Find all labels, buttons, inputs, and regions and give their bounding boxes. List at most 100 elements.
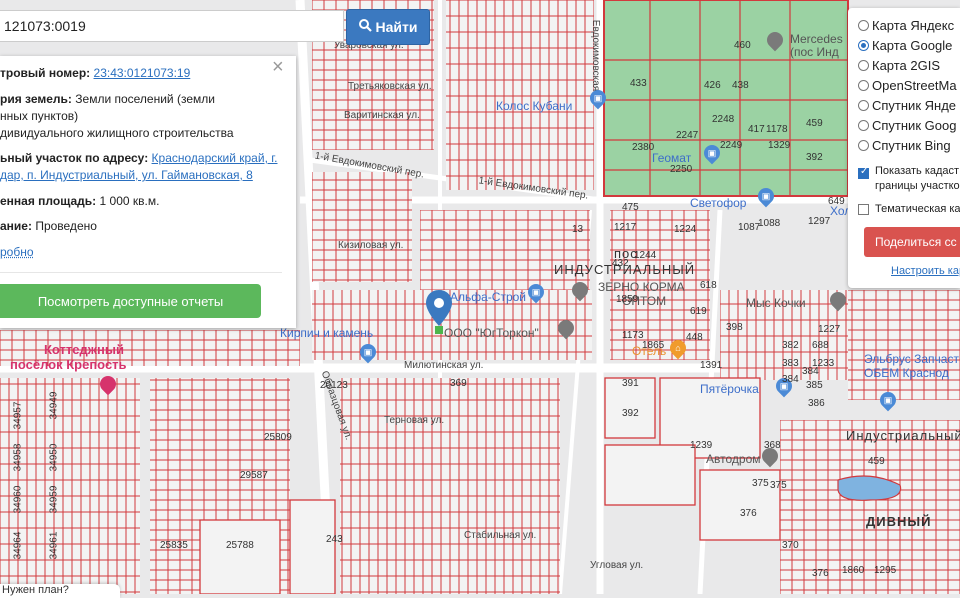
lot-number: 1087 — [738, 222, 761, 233]
lot-number: 1239 — [690, 440, 713, 451]
survey-label: ание: — [0, 219, 32, 233]
lot-number: 2247 — [676, 130, 699, 141]
lot-number: 375 — [770, 480, 787, 491]
poi-label[interactable]: Альфа-Строй — [450, 290, 526, 304]
checkbox[interactable] — [858, 203, 869, 215]
poi-label[interactable]: Кирпич и камень — [280, 326, 373, 340]
address-link[interactable]: Краснодарский край, г. — [152, 151, 278, 165]
share-button[interactable]: Поделиться сс — [864, 227, 960, 257]
layer-option-label: Спутник Янде — [872, 97, 957, 113]
poi-label[interactable]: Коттеджный — [44, 342, 124, 357]
lot-number: 417 — [748, 124, 765, 135]
radio-button[interactable] — [858, 59, 869, 71]
lot-number: 1329 — [768, 140, 791, 151]
poi-label[interactable]: Колос Кубани — [496, 99, 572, 113]
lot-number: 392 — [622, 408, 639, 419]
details-link[interactable]: робно — [0, 245, 34, 259]
area-label: енная площадь: — [0, 194, 97, 208]
lot-number: 433 — [630, 78, 647, 89]
checkbox[interactable] — [858, 166, 869, 179]
shopping-bag-icon[interactable]: ▣ — [586, 86, 610, 110]
poi-label[interactable]: ЗЕРНО КОРМА — [598, 280, 685, 294]
close-icon[interactable]: × — [272, 57, 284, 77]
land-category-label: рия земель: — [0, 92, 72, 106]
radio-button[interactable] — [858, 79, 869, 91]
address-link-2[interactable]: дар, п. Индустриальный, ул. Гаймановская… — [0, 168, 253, 182]
land-category-value: Земли поселений (земли — [75, 92, 215, 106]
layer-option[interactable]: Карта Google — [858, 35, 952, 55]
lot-number: 25835 — [160, 540, 188, 551]
poi-label[interactable]: Мыс Кочки — [746, 296, 806, 310]
lot-number: 459 — [806, 118, 823, 129]
lot-number: 459 — [868, 456, 885, 467]
lot-number: 688 — [812, 340, 829, 351]
lot-number: 438 — [732, 80, 749, 91]
layer-option[interactable]: Карта Яндекс — [858, 15, 954, 35]
radio-button[interactable] — [858, 119, 869, 131]
map-marker-icon[interactable] — [426, 290, 452, 334]
lot-number: 1297 — [808, 216, 831, 227]
lot-number: 426 — [704, 80, 721, 91]
view-reports-button[interactable]: Посмотреть доступные отчеты — [0, 284, 261, 318]
car-icon[interactable]: ▣ — [876, 388, 900, 412]
lot-number: 25809 — [264, 432, 292, 443]
poi-label[interactable]: посёлок Крепость — [10, 357, 127, 372]
area-value: 1 000 кв.м. — [99, 194, 160, 208]
lot-number: 619 — [690, 306, 707, 317]
layer-option[interactable]: OpenStreetMa — [858, 75, 957, 95]
lot-number: 2250 — [670, 164, 693, 175]
address-label: ьный участок по адресу: — [0, 151, 149, 165]
poi-label[interactable]: Пятёрочка — [700, 382, 759, 396]
thematic-map-checkbox[interactable]: Тематическая ка — [858, 199, 960, 219]
lot-number: 392 — [806, 152, 823, 163]
lot-number: 383 — [782, 358, 799, 369]
poi-label[interactable]: (пос Инд — [790, 45, 839, 59]
layer-option-label: Карта Яндекс — [872, 17, 955, 33]
poi-label[interactable]: Эльбрус Запчаст — [864, 352, 959, 366]
layer-option[interactable]: Спутник Янде — [858, 95, 956, 115]
poi-label[interactable]: Mercedes — [790, 32, 843, 46]
poi-label[interactable]: ОБЕМ Краснод — [864, 366, 949, 380]
shopping-bag-icon[interactable]: ▣ — [356, 340, 380, 364]
layer-option-label: Карта Google — [872, 37, 953, 53]
thematic-label: Тематическая ка — [875, 203, 960, 215]
radio-button[interactable] — [858, 19, 869, 31]
lot-number: 475 — [622, 202, 639, 213]
radio-button[interactable] — [858, 139, 869, 151]
layer-option[interactable]: Карта 2GIS — [858, 55, 940, 75]
lot-number: 1295 — [874, 565, 897, 576]
lot-number: 1224 — [674, 224, 697, 235]
lot-number: 649 — [828, 196, 845, 207]
lot-number: 34960 — [12, 485, 24, 514]
layer-option[interactable]: Спутник Bing — [858, 135, 951, 155]
search-icon — [358, 19, 372, 35]
lot-number: 386 — [808, 398, 825, 409]
shopping-bag-icon[interactable]: ▣ — [754, 184, 778, 208]
street-label: Угловая ул. — [590, 560, 644, 571]
street-label: Терновая ул. — [384, 415, 445, 426]
bottom-tip[interactable]: Нужен план? — [0, 584, 120, 598]
radio-button[interactable] — [858, 39, 869, 51]
lot-number: 34964 — [12, 531, 24, 560]
lot-number: 1173 — [622, 330, 644, 341]
divider — [0, 272, 282, 273]
configure-map-link[interactable]: Настроить кар — [891, 265, 960, 277]
poi-label[interactable]: ООО "ЮгТоркон" — [444, 326, 539, 340]
lot-number: 370 — [782, 540, 799, 551]
search-button-label: Найти — [375, 19, 418, 35]
search-input[interactable] — [0, 10, 344, 42]
land-use-value: дивидуального жилищного строительства — [0, 126, 234, 140]
lot-number: 34959 — [48, 485, 60, 514]
street-label: Милютинская ул. — [404, 360, 484, 371]
show-cadastral-checkbox[interactable]: Показать кадаст границы участко — [858, 164, 960, 198]
green-parcel-area — [603, 0, 849, 197]
poi-label[interactable]: Геомат — [652, 151, 691, 165]
radio-button[interactable] — [858, 99, 869, 111]
search-button[interactable]: Найти — [346, 9, 430, 45]
cad-number-link[interactable]: 23:43:0121073:19 — [94, 66, 191, 80]
shopping-bag-icon[interactable]: ▣ — [524, 280, 548, 304]
poi-label[interactable]: Светофор — [690, 196, 746, 210]
layer-option[interactable]: Спутник Goog — [858, 115, 956, 135]
lot-number: 398 — [726, 322, 743, 333]
poi-label[interactable]: Автодром — [706, 452, 761, 466]
